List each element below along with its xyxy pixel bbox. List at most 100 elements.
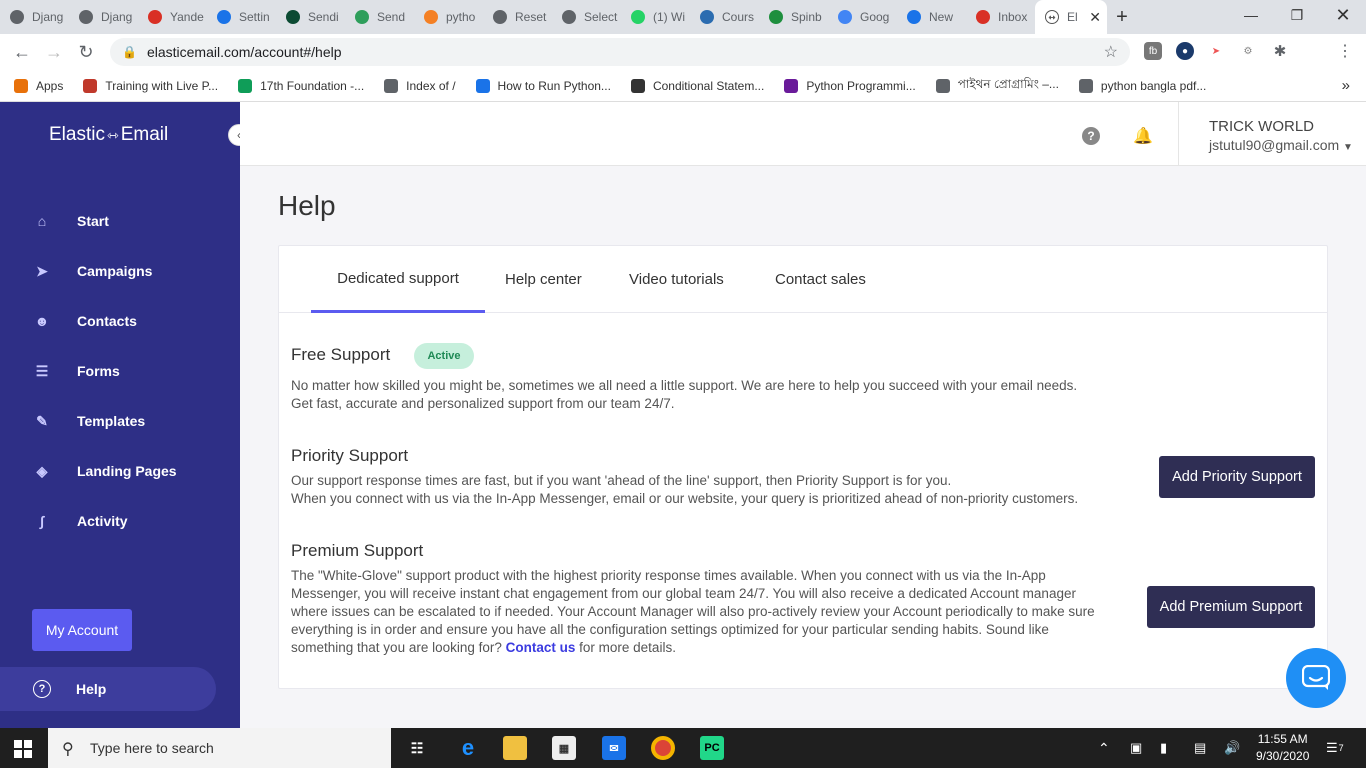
browser-tab[interactable]: Cours xyxy=(690,0,759,34)
user-name[interactable]: TRICK WORLD xyxy=(1209,118,1314,135)
browser-tab-active[interactable]: ⇿ El ✕ xyxy=(1035,0,1107,34)
sidebar-item-help[interactable]: ? Help xyxy=(0,667,216,711)
bookmark-item[interactable]: Python Programmi... xyxy=(784,78,916,93)
chat-launcher-button[interactable] xyxy=(1286,648,1346,708)
page-title: Help xyxy=(278,190,336,221)
browser-tab-label: Select xyxy=(584,10,618,24)
back-icon[interactable]: ← xyxy=(6,42,38,63)
tab-dedicated-support[interactable]: Dedicated support xyxy=(311,246,485,313)
gmail-icon xyxy=(976,10,990,24)
windows-start-icon[interactable] xyxy=(14,740,32,758)
browser-tab[interactable]: Goog xyxy=(828,0,897,34)
mail-icon[interactable]: ✉ xyxy=(602,736,626,760)
more-bookmarks-icon[interactable]: » xyxy=(1342,77,1350,94)
extension-fb-icon[interactable]: fb xyxy=(1144,42,1162,60)
browser-tab[interactable]: Sendi xyxy=(276,0,345,34)
reload-icon[interactable]: ↻ xyxy=(70,42,102,63)
paper-plane-icon: ➤ xyxy=(36,262,48,279)
close-tab-icon[interactable]: ✕ xyxy=(1089,9,1101,26)
add-priority-support-button[interactable]: Add Priority Support xyxy=(1159,456,1315,498)
bookmark-label: How to Run Python... xyxy=(497,78,611,93)
chrome-icon[interactable] xyxy=(651,736,675,760)
extension-gear-icon[interactable]: ⚙ xyxy=(1239,42,1257,60)
browser-tab[interactable]: Reset xyxy=(483,0,552,34)
show-hidden-icons[interactable]: ⌃ xyxy=(1098,728,1110,768)
notification-center-icon[interactable]: ☰ 7 xyxy=(1326,728,1344,768)
bookmark-item[interactable]: python bangla pdf... xyxy=(1078,78,1206,93)
browser-tab[interactable]: Djang xyxy=(0,0,69,34)
browser-toolbar: ← → ↻ 🔒 elasticemail.com/account#/help ☆… xyxy=(0,34,1366,99)
sidebar-item-start[interactable]: ⌂ Start xyxy=(0,201,240,241)
browser-tab[interactable]: pytho xyxy=(414,0,483,34)
tab-contact-sales[interactable]: Contact sales xyxy=(775,246,866,313)
browser-tab[interactable]: Send xyxy=(345,0,414,34)
tab-help-center[interactable]: Help center xyxy=(505,246,582,313)
free-support-line: No matter how skilled you might be, some… xyxy=(291,378,1078,393)
edge-icon[interactable]: e xyxy=(456,735,480,760)
browser-tab[interactable]: Djang xyxy=(69,0,138,34)
tab-video-tutorials[interactable]: Video tutorials xyxy=(629,246,724,313)
bookmark-item[interactable]: Conditional Statem... xyxy=(630,78,764,93)
bookmark-item[interactable]: Training with Live P... xyxy=(83,78,218,93)
bookmark-item[interactable]: Index of / xyxy=(384,78,456,93)
browser-tab-label: Yande xyxy=(170,10,204,24)
pycharm-icon[interactable]: PC xyxy=(700,736,724,760)
task-view-icon[interactable]: ☷ xyxy=(405,736,429,760)
bookmark-star-icon[interactable]: ☆ xyxy=(1104,42,1118,62)
security-icon[interactable]: ▣ xyxy=(1130,728,1142,768)
my-account-button[interactable]: My Account xyxy=(32,609,132,651)
taskbar-search-box[interactable]: ⚲ Type here to search xyxy=(48,728,391,768)
forward-icon[interactable]: → xyxy=(38,42,70,63)
help-question-icon[interactable]: ? xyxy=(1082,127,1100,145)
contact-us-link[interactable]: Contact us xyxy=(506,640,576,655)
layers-icon: ◈ xyxy=(36,462,48,479)
sidebar-item-campaigns[interactable]: ➤ Campaigns xyxy=(0,251,240,291)
user-email[interactable]: jstutul90@gmail.com ▼ xyxy=(1209,137,1353,153)
add-premium-support-button[interactable]: Add Premium Support xyxy=(1147,586,1315,628)
browser-tab-label: Send xyxy=(377,10,406,24)
header-divider xyxy=(1178,102,1179,166)
sidebar-item-activity[interactable]: ∫ Activity xyxy=(0,501,240,541)
sidebar-item-templates[interactable]: ✎ Templates xyxy=(0,401,240,441)
sidebar-item-landing-pages[interactable]: ◈ Landing Pages xyxy=(0,451,240,491)
browser-tab[interactable]: Spinb xyxy=(759,0,828,34)
system-clock[interactable]: 11:55 AM 9/30/2020 xyxy=(1256,731,1309,765)
notifications-bell-icon[interactable]: 🔔 xyxy=(1133,126,1153,146)
store-icon[interactable]: ▦ xyxy=(552,736,576,760)
address-bar[interactable]: 🔒 elasticemail.com/account#/help ☆ xyxy=(110,38,1130,66)
browser-tab[interactable]: Settin xyxy=(207,0,276,34)
browser-tab[interactable]: Select xyxy=(552,0,621,34)
bookmark-item[interactable]: Apps xyxy=(14,78,63,93)
battery-icon[interactable]: ▮ xyxy=(1160,728,1167,768)
notification-count: 7 xyxy=(1338,743,1344,753)
minimize-button[interactable]: — xyxy=(1228,0,1274,30)
elastic-email-logo[interactable]: Elastic ⇿ Email xyxy=(49,124,168,146)
extension-circle-icon[interactable]: ● xyxy=(1176,42,1194,60)
close-window-button[interactable]: ✕ xyxy=(1320,0,1366,30)
maximize-button[interactable]: ❐ xyxy=(1274,0,1320,30)
sidebar-item-forms[interactable]: ☰ Forms xyxy=(0,351,240,391)
browser-tab[interactable]: Yande xyxy=(138,0,207,34)
browser-tab[interactable]: (1) Wi xyxy=(621,0,690,34)
new-tab-button[interactable]: + xyxy=(1107,6,1137,29)
extension-arrow-icon[interactable]: ➤ xyxy=(1207,42,1225,60)
browser-tab[interactable]: New xyxy=(897,0,966,34)
bookmark-item[interactable]: 17th Foundation -... xyxy=(238,78,364,93)
volume-icon[interactable]: 🔊 xyxy=(1224,728,1240,768)
bookmark-item[interactable]: How to Run Python... xyxy=(475,78,611,93)
bookmark-favicon-icon xyxy=(935,78,950,93)
url-text: elasticemail.com/account#/help xyxy=(146,44,342,60)
premium-support-line: everything is in order and ensure you ha… xyxy=(291,622,1049,637)
bookmarks-bar: Apps Training with Live P... 17th Foundati… xyxy=(0,70,1366,102)
browser-tab[interactable]: Inbox xyxy=(966,0,1035,34)
browser-menu-icon[interactable]: ⋮ xyxy=(1336,42,1354,60)
network-icon[interactable]: ▤ xyxy=(1194,728,1206,768)
file-explorer-icon[interactable] xyxy=(503,736,527,760)
bookmark-favicon-icon xyxy=(1078,78,1093,93)
bookmark-item[interactable]: পাইথন প্রোগ্রামিং –... xyxy=(935,76,1059,96)
chat-icon xyxy=(1302,665,1330,690)
sidebar-item-contacts[interactable]: ☻ Contacts xyxy=(0,301,240,341)
home-icon: ⌂ xyxy=(37,213,47,229)
logo-link-icon: ⇿ xyxy=(106,127,119,143)
extensions-puzzle-icon[interactable]: ✱ xyxy=(1271,42,1289,60)
